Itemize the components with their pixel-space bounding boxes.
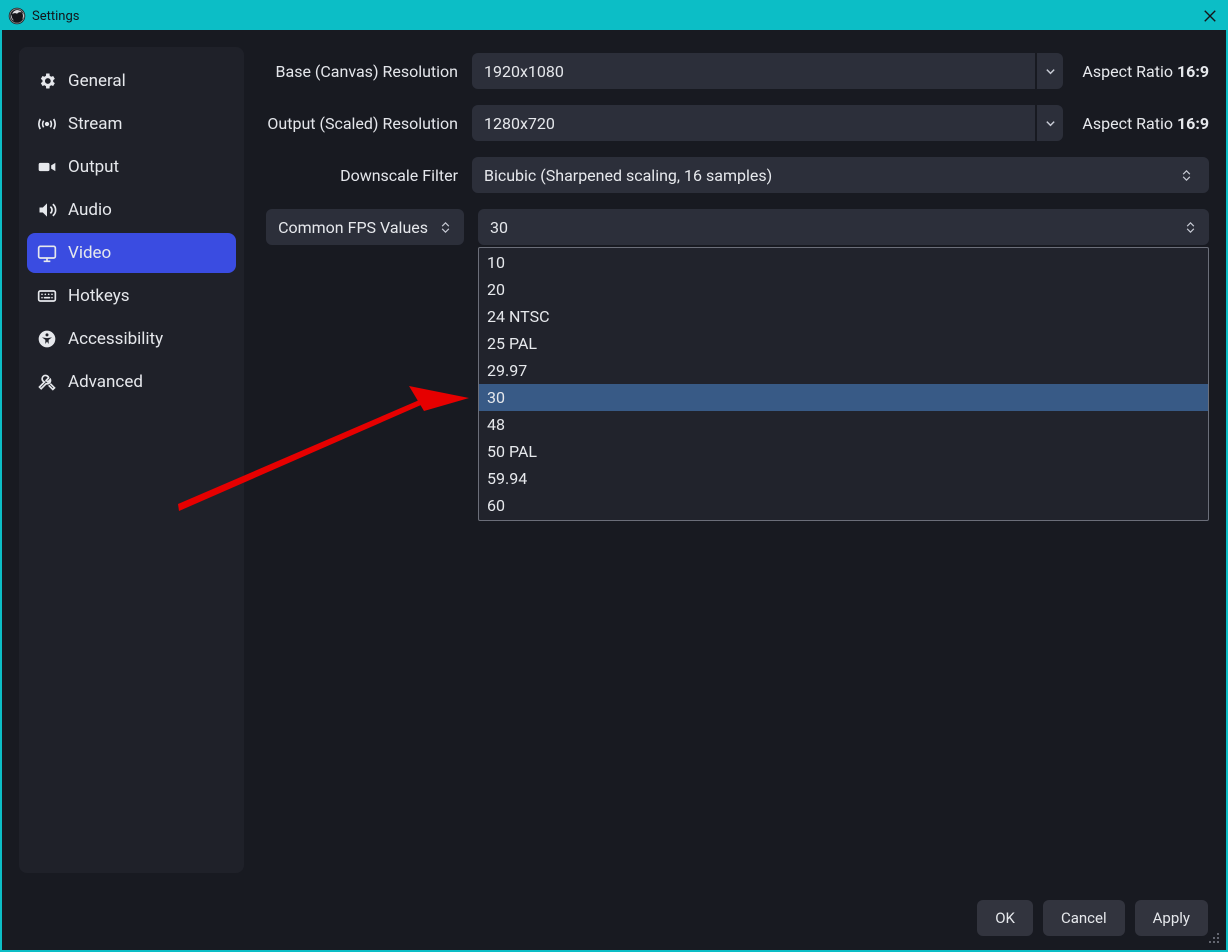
output-resolution-combo[interactable]: 1280x720 bbox=[472, 105, 1063, 141]
fps-mode-select[interactable]: Common FPS Values bbox=[266, 209, 464, 245]
sidebar-item-label: Stream bbox=[68, 114, 122, 134]
output-aspect-ratio: Aspect Ratio 16:9 bbox=[1071, 114, 1209, 133]
fps-option[interactable]: 59.94 bbox=[479, 465, 1208, 492]
fps-value-select[interactable]: 30 bbox=[478, 209, 1209, 245]
fps-dropdown[interactable]: 102024 NTSC25 PAL29.97304850 PAL59.9460 bbox=[478, 247, 1209, 521]
sidebar-item-label: Accessibility bbox=[68, 329, 163, 349]
sidebar-item-accessibility[interactable]: Accessibility bbox=[27, 319, 236, 359]
base-resolution-label: Base (Canvas) Resolution bbox=[264, 62, 464, 81]
sidebar-item-video[interactable]: Video bbox=[27, 233, 236, 273]
output-resolution-input[interactable]: 1280x720 bbox=[472, 105, 1035, 141]
antenna-icon bbox=[37, 114, 57, 134]
video-settings-panel: Base (Canvas) Resolution 1920x1080 Aspec… bbox=[264, 47, 1209, 873]
apply-button[interactable]: Apply bbox=[1135, 900, 1208, 936]
window-title: Settings bbox=[32, 9, 1200, 24]
base-resolution-combo[interactable]: 1920x1080 bbox=[472, 53, 1063, 89]
resize-grip-icon[interactable] bbox=[1208, 932, 1220, 944]
sidebar-item-label: Hotkeys bbox=[68, 286, 130, 306]
sidebar: General Stream Output bbox=[19, 47, 244, 873]
keyboard-icon bbox=[37, 286, 57, 306]
row-output-resolution: Output (Scaled) Resolution 1280x720 Aspe… bbox=[264, 105, 1209, 141]
window-body: General Stream Output bbox=[4, 32, 1224, 948]
tools-icon bbox=[37, 372, 57, 392]
updown-icon bbox=[1175, 163, 1197, 187]
accessibility-icon bbox=[37, 329, 57, 349]
downscale-filter-select[interactable]: Bicubic (Sharpened scaling, 16 samples) bbox=[472, 157, 1209, 193]
sidebar-item-label: Output bbox=[68, 157, 119, 177]
speaker-icon bbox=[37, 200, 57, 220]
sidebar-item-advanced[interactable]: Advanced bbox=[27, 362, 236, 402]
row-downscale-filter: Downscale Filter Bicubic (Sharpened scal… bbox=[264, 157, 1209, 193]
fps-option[interactable]: 20 bbox=[479, 276, 1208, 303]
updown-icon bbox=[1179, 215, 1201, 239]
fps-option[interactable]: 60 bbox=[479, 492, 1208, 519]
fps-option[interactable]: 50 PAL bbox=[479, 438, 1208, 465]
sidebar-item-label: General bbox=[68, 71, 126, 91]
sidebar-item-hotkeys[interactable]: Hotkeys bbox=[27, 276, 236, 316]
base-resolution-input[interactable]: 1920x1080 bbox=[472, 53, 1035, 89]
sidebar-item-general[interactable]: General bbox=[27, 61, 236, 101]
close-icon[interactable] bbox=[1200, 6, 1220, 26]
sidebar-item-label: Video bbox=[68, 243, 111, 263]
obs-icon bbox=[8, 7, 26, 25]
fps-option[interactable]: 25 PAL bbox=[479, 330, 1208, 357]
fps-value: 30 bbox=[490, 218, 508, 237]
sidebar-item-audio[interactable]: Audio bbox=[27, 190, 236, 230]
camera-icon bbox=[37, 157, 57, 177]
fps-option[interactable]: 10 bbox=[479, 249, 1208, 276]
cancel-button[interactable]: Cancel bbox=[1043, 900, 1125, 936]
downscale-filter-label: Downscale Filter bbox=[264, 166, 464, 185]
base-resolution-dropdown-button[interactable] bbox=[1037, 53, 1063, 89]
downscale-filter-value: Bicubic (Sharpened scaling, 16 samples) bbox=[484, 166, 772, 185]
content-area: General Stream Output bbox=[4, 32, 1224, 888]
monitor-icon bbox=[37, 243, 57, 263]
fps-option[interactable]: 29.97 bbox=[479, 357, 1208, 384]
fps-option[interactable]: 48 bbox=[479, 411, 1208, 438]
fps-mode-value: Common FPS Values bbox=[278, 218, 428, 237]
sidebar-item-stream[interactable]: Stream bbox=[27, 104, 236, 144]
output-resolution-label: Output (Scaled) Resolution bbox=[264, 114, 464, 133]
sidebar-item-label: Audio bbox=[68, 200, 112, 220]
dialog-footer: OK Cancel Apply bbox=[4, 888, 1224, 948]
row-fps: Common FPS Values 30 bbox=[264, 209, 1209, 245]
titlebar: Settings bbox=[2, 2, 1226, 30]
settings-window: Settings General Stream bbox=[0, 0, 1228, 952]
sidebar-item-output[interactable]: Output bbox=[27, 147, 236, 187]
gear-icon bbox=[37, 71, 57, 91]
ok-button[interactable]: OK bbox=[977, 900, 1033, 936]
sidebar-item-label: Advanced bbox=[68, 372, 143, 392]
base-aspect-ratio: Aspect Ratio 16:9 bbox=[1071, 62, 1209, 81]
fps-option[interactable]: 30 bbox=[479, 384, 1208, 411]
updown-icon bbox=[434, 215, 456, 239]
fps-option[interactable]: 24 NTSC bbox=[479, 303, 1208, 330]
output-resolution-dropdown-button[interactable] bbox=[1037, 105, 1063, 141]
row-base-resolution: Base (Canvas) Resolution 1920x1080 Aspec… bbox=[264, 53, 1209, 89]
